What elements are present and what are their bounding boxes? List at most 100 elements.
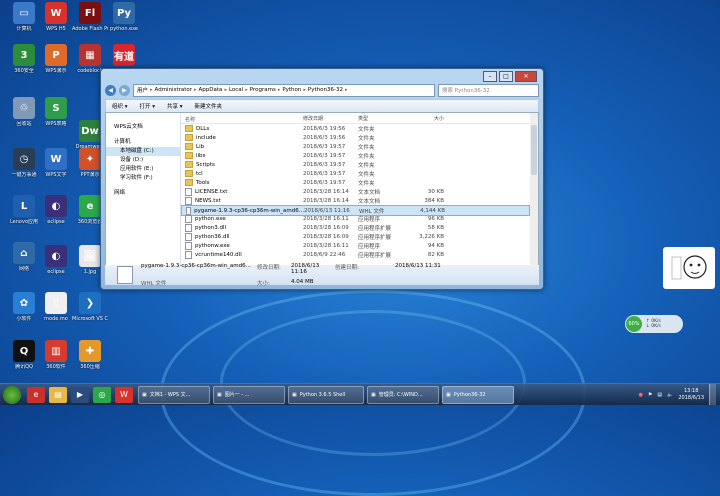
scrollbar-thumb[interactable] <box>531 125 537 175</box>
tray-volume-icon[interactable]: 🔈 <box>667 392 673 398</box>
minimize-button[interactable]: – <box>483 71 497 82</box>
desktop-icon[interactable]: ⌂ 网络 <box>6 242 42 282</box>
desktop-icon[interactable]: P WPS演示 <box>38 44 74 84</box>
breadcrumb-separator-icon[interactable]: ▸ <box>245 87 248 93</box>
column-type[interactable]: 类型 <box>358 115 410 123</box>
python-icon: Py <box>113 2 135 24</box>
breadcrumb-separator-icon[interactable]: ▸ <box>150 87 153 93</box>
desktop-icon[interactable]: ♲ 回收站 <box>6 97 42 137</box>
open-menu[interactable]: 打开 ▾ <box>140 102 156 110</box>
column-size[interactable]: 大小 <box>410 115 444 123</box>
nav-pane-item[interactable]: 计算机 <box>106 138 180 147</box>
breadcrumb-item[interactable]: Programs <box>250 87 276 93</box>
nav-pane-item[interactable]: 网络 <box>106 189 180 198</box>
file-size: 30 KB <box>427 188 444 195</box>
start-button[interactable] <box>3 385 21 404</box>
nav-pane-item[interactable]: WPS云文档 <box>106 123 180 132</box>
desktop-icon[interactable]: Fl Adobe Flash Professio... <box>72 2 108 42</box>
nav-pane-item[interactable]: 应用软件 (E:) <box>106 165 180 174</box>
taskbar-task[interactable]: ▣ 图片一 - ... <box>213 385 285 404</box>
desktop-icon[interactable]: Q 腾讯QQ <box>6 340 42 380</box>
breadcrumb-item[interactable]: Administrator <box>155 87 193 93</box>
tray-flag-icon[interactable]: ⚑ <box>648 392 652 398</box>
file-row[interactable]: vcruntime140.dll 2018/6/9 22:46 应用程序扩展 82 K… <box>181 250 530 259</box>
organize-menu[interactable]: 组织 ▾ <box>112 102 128 110</box>
desktop-icon[interactable]: ✚ 360压缩 <box>72 340 108 380</box>
desktop-icon[interactable]: ◷ 一键万事通 <box>6 148 42 188</box>
file-row[interactable]: NEWS.txt 2018/3/28 16:14 文本文档 384 KB <box>181 196 530 205</box>
show-desktop-button[interactable] <box>709 384 716 405</box>
taskbar-media-icon[interactable]: ▶ <box>71 386 89 403</box>
taskbar-task[interactable]: ▣ 管理员: C:\WIND... <box>367 385 439 404</box>
desktop-icon[interactable]: S WPS表格 <box>38 97 74 137</box>
clock[interactable]: 13:18 2018/6/13 <box>678 388 704 402</box>
file-icon <box>185 232 192 241</box>
breadcrumb-item[interactable]: Python36-32 <box>308 87 343 93</box>
file-row[interactable]: python3.dll 2018/3/28 16:09 应用程序扩展 58 KB <box>181 223 530 232</box>
desktop-icon[interactable]: ▯ mode.mo <box>38 292 74 332</box>
taskbar-browser-icon[interactable]: ◎ <box>93 386 111 403</box>
desktop-icon[interactable]: W WPS文字 <box>38 148 74 188</box>
search-input[interactable]: 搜索 Python36-32 <box>438 83 539 97</box>
taskbar-task[interactable]: ▣ Python36-32 <box>442 385 514 404</box>
file-row[interactable]: Scripts 2018/6/3 19:57 文件夹 <box>181 160 530 169</box>
desktop-icon[interactable]: ✿ 小软件 <box>6 292 42 332</box>
breadcrumb-item[interactable]: Local <box>229 87 243 93</box>
taskbar-task[interactable]: ▣ 文档1 - WPS 文... <box>138 385 210 404</box>
vertical-scrollbar[interactable] <box>530 113 538 265</box>
desktop-icon[interactable]: ◐ eclipse <box>38 245 74 285</box>
desktop-icon[interactable]: W WPS H5 <box>38 2 74 42</box>
file-row[interactable]: DLLs 2018/6/3 19:56 文件夹 <box>181 124 530 133</box>
breadcrumb-separator-icon[interactable]: ▸ <box>224 87 227 93</box>
share-menu[interactable]: 共享 ▾ <box>167 102 183 110</box>
maximize-button[interactable]: □ <box>499 71 513 82</box>
file-name: pythonw.exe <box>195 242 230 249</box>
file-row[interactable]: tcl 2018/6/3 19:57 文件夹 <box>181 169 530 178</box>
new-folder-button[interactable]: 新建文件夹 <box>195 102 223 110</box>
desktop-icon[interactable]: L Lenovo应用 <box>6 195 42 235</box>
breadcrumb-item[interactable]: 用户 <box>137 86 148 94</box>
taskbar-explorer-icon[interactable]: ▤ <box>49 386 67 403</box>
breadcrumb-separator-icon[interactable]: ▸ <box>345 87 348 93</box>
desktop-icon[interactable]: ▥ 360软件 <box>38 340 74 380</box>
desktop-icon[interactable]: 3 360安全 <box>6 44 42 84</box>
breadcrumb-separator-icon[interactable]: ▸ <box>194 87 197 93</box>
breadcrumb-separator-icon[interactable]: ▸ <box>303 87 306 93</box>
wps-presentation-icon: P <box>45 44 67 66</box>
desktop-icon[interactable]: ▭ 计算机 <box>6 2 42 42</box>
forward-button[interactable]: ▶ <box>119 84 130 96</box>
column-name[interactable]: 名称 <box>181 115 303 123</box>
nav-pane-item[interactable]: 学习软件 (F:) <box>106 174 180 183</box>
file-row[interactable]: Tools 2018/6/3 19:57 文件夹 <box>181 178 530 187</box>
file-row[interactable]: Lib 2018/6/3 19:57 文件夹 <box>181 142 530 151</box>
nav-pane-item[interactable]: 本地磁盘 (C:) <box>106 147 180 156</box>
taskbar-task[interactable]: ▣ Python 3.6.5 Shell <box>288 385 364 404</box>
file-row[interactable]: include 2018/6/3 19:56 文件夹 <box>181 133 530 142</box>
nav-pane-item[interactable]: 设备 (D:) <box>106 156 180 165</box>
desktop-icon[interactable]: ◐ eclipse <box>38 195 74 235</box>
desktop-icon[interactable]: ❯ Microsoft VS Cod... <box>72 292 108 332</box>
file-row[interactable]: python.exe 2018/3/28 16:11 应用程序 96 KB <box>181 214 530 223</box>
file-row[interactable]: python36.dll 2018/3/28 16:09 应用程序扩展 3,226 K… <box>181 232 530 241</box>
tray-security-icon[interactable]: ● <box>639 392 643 398</box>
address-bar[interactable]: 用户 ▸ Administrator ▸ AppData ▸ Local ▸ Programs ▸… <box>133 83 435 97</box>
back-button[interactable]: ◀ <box>105 84 116 96</box>
breadcrumb-separator-icon[interactable]: ▸ <box>278 87 281 93</box>
file-row[interactable]: libs 2018/6/3 19:57 文件夹 <box>181 151 530 160</box>
desktop-icon[interactable]: Py python.exe <box>106 2 142 42</box>
breadcrumb-item[interactable]: AppData <box>199 87 223 93</box>
column-date[interactable]: 修改日期 <box>303 115 358 123</box>
file-name: NEWS.txt <box>195 197 221 204</box>
wps-writer-icon: W <box>45 148 67 170</box>
network-speed-widget[interactable]: 60% ↑ 0K/s ↓ 0K/s <box>625 315 683 333</box>
close-button[interactable]: ✕ <box>515 71 537 82</box>
file-row[interactable]: LICENSE.txt 2018/3/28 16:14 文本文档 30 KB <box>181 187 530 196</box>
breadcrumb-item[interactable]: Python <box>282 87 301 93</box>
folder-icon <box>185 125 193 132</box>
file-row[interactable]: pythonw.exe 2018/3/28 16:11 应用程序 94 KB <box>181 241 530 250</box>
taskbar-wps-icon[interactable]: W <box>115 386 133 403</box>
taskbar-360-icon[interactable]: e <box>27 386 45 403</box>
explorer-window[interactable]: – □ ✕ ◀ ▶ 用户 ▸ Administrator ▸ AppData ▸ Local… <box>100 68 544 290</box>
cartoon-gadget[interactable] <box>663 247 715 289</box>
tray-network-icon[interactable]: ▤ <box>657 392 662 398</box>
